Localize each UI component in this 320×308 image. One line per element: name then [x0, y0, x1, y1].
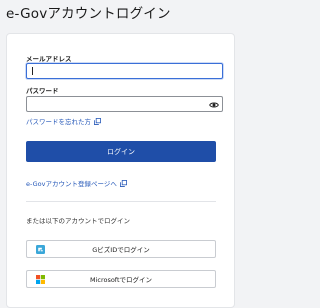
- alternative-login-heading: または以下のアカウントでログイン: [26, 217, 130, 225]
- microsoft-login-label: Microsoftでログイン: [89, 276, 153, 284]
- divider: [26, 201, 216, 202]
- microsoft-login-button[interactable]: Microsoftでログイン: [26, 270, 216, 288]
- external-link-icon: [94, 117, 101, 125]
- show-password-eye-icon[interactable]: [209, 100, 219, 110]
- login-button[interactable]: ログイン: [26, 141, 216, 162]
- password-field[interactable]: [26, 96, 223, 112]
- page-title: e-Govアカウントログイン: [6, 6, 171, 22]
- external-link-icon: [119, 179, 127, 187]
- gbiz-id-login-button[interactable]: GビズIDでログイン: [26, 240, 216, 258]
- email-field[interactable]: [26, 63, 223, 79]
- password-label: パスワード: [26, 87, 59, 95]
- gbiz-id-login-label: GビズIDでログイン: [92, 246, 150, 254]
- text-caret: [32, 67, 33, 75]
- email-label: メールアドレス: [26, 55, 72, 63]
- forgot-password-link[interactable]: パスワードを忘れた方: [26, 116, 101, 126]
- register-link-label: e-Govアカウント登録ページへ: [26, 180, 117, 188]
- login-card: メールアドレス パスワード パスワードを忘れた方 ログイン e-Govアカウント…: [6, 33, 235, 308]
- register-link[interactable]: e-Govアカウント登録ページへ: [26, 178, 127, 188]
- forgot-password-label: パスワードを忘れた方: [26, 118, 91, 126]
